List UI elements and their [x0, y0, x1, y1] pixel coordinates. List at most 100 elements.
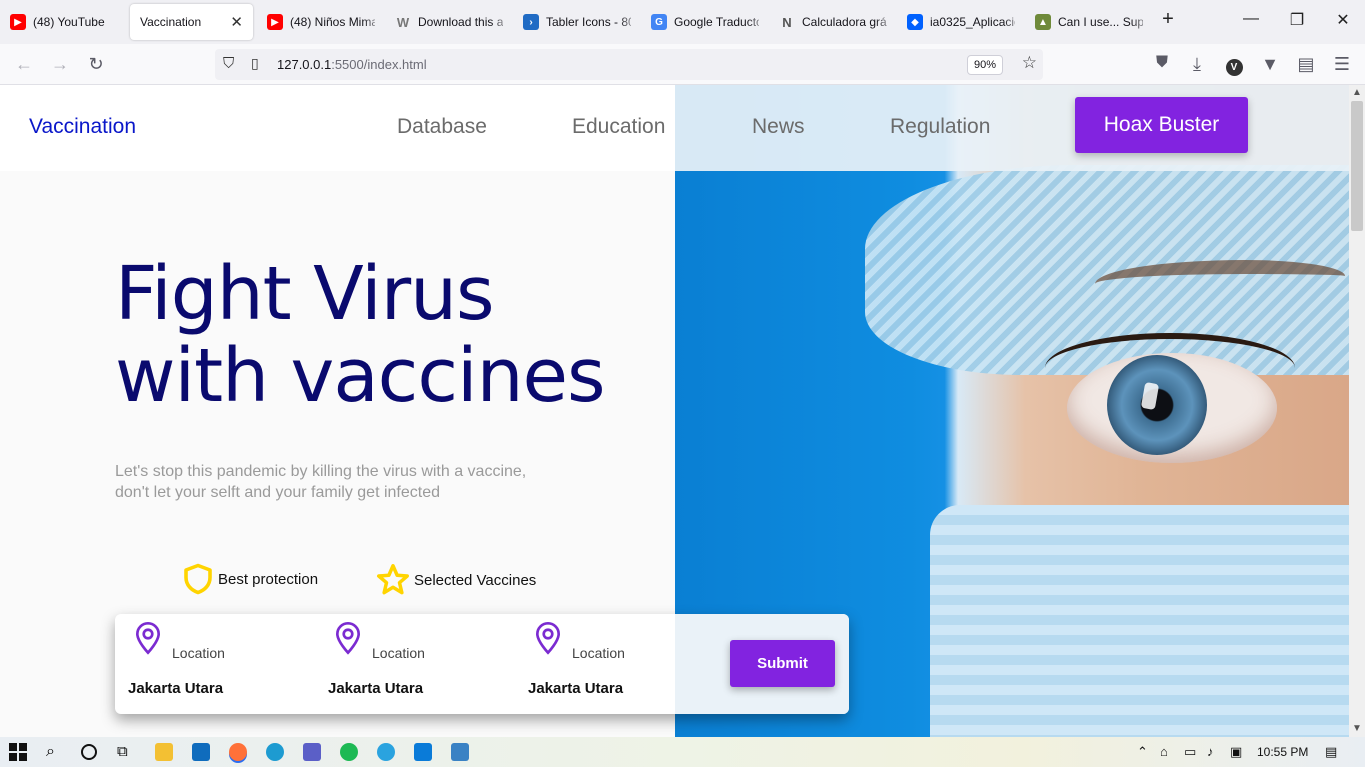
location-field[interactable]: Location Jakarta Utara	[515, 618, 705, 708]
tab-ninos[interactable]: ▶ (48) Niños Mima	[257, 4, 385, 40]
desmos-icon: N	[782, 14, 792, 30]
zoom-badge[interactable]: 90%	[966, 55, 1003, 75]
hero-title-line1: Fight Virus	[115, 251, 495, 337]
minimize-icon[interactable]: —	[1236, 10, 1266, 28]
dropbox-icon: ◆	[907, 14, 923, 30]
url-path: :5500/index.html	[331, 57, 427, 72]
location-label: Location	[572, 645, 625, 661]
map-pin-icon	[135, 622, 161, 655]
location-value[interactable]: Jakarta Utara	[528, 680, 623, 697]
photos-icon[interactable]	[451, 743, 469, 761]
feature-label: Selected Vaccines	[414, 571, 537, 589]
face-mask	[930, 505, 1349, 737]
hero-subtitle-line2: don't let your selft and your family get…	[115, 484, 441, 501]
windows-start-icon[interactable]	[9, 743, 27, 761]
url-bar[interactable]: ⛉ ▯ 127.0.0.1:5500/index.html 90% ☆	[215, 49, 1043, 80]
submit-button[interactable]: Submit	[730, 640, 835, 687]
hoax-buster-button[interactable]: Hoax Buster	[1075, 97, 1248, 153]
star-icon	[377, 564, 409, 595]
file-explorer-icon[interactable]	[155, 743, 173, 761]
page-scrollbar[interactable]: ▲ ▼	[1349, 85, 1365, 737]
tab-desmos[interactable]: N Calculadora grá	[769, 4, 897, 40]
extension-vue-icon[interactable]: ▼	[1258, 54, 1282, 75]
tab-translate[interactable]: G Google Traducto	[641, 4, 769, 40]
hero-title-line2: with vaccines	[115, 333, 606, 419]
mail-icon[interactable]	[192, 743, 210, 761]
location-label: Location	[172, 645, 225, 661]
tab-label: (48) YouTube	[33, 15, 105, 29]
brand-logo[interactable]: Vaccination	[29, 115, 136, 139]
scroll-thumb[interactable]	[1351, 101, 1363, 231]
network-icon[interactable]: ▣	[1230, 744, 1242, 760]
teams-icon[interactable]	[303, 743, 321, 761]
hero-subtitle: Let's stop this pandemic by killing the …	[115, 461, 585, 503]
close-window-icon[interactable]: ✕	[1328, 10, 1358, 30]
location-label: Location	[372, 645, 425, 661]
bookmark-star-icon[interactable]: ☆	[1022, 53, 1037, 73]
pocket-icon[interactable]: ⛊	[1150, 54, 1174, 72]
location-value[interactable]: Jakarta Utara	[128, 680, 223, 697]
tab-tabler[interactable]: › Tabler Icons - 80	[513, 4, 641, 40]
nav-regulation[interactable]: Regulation	[890, 115, 990, 139]
notifications-icon[interactable]: ▤	[1325, 744, 1337, 760]
page-info-icon[interactable]: ▯	[251, 55, 259, 72]
wix-icon: W	[396, 14, 410, 30]
feature-label: Best protection	[218, 570, 319, 588]
map-pin-icon	[335, 622, 361, 655]
tab-caniuse[interactable]: ▲ Can I use... Supp	[1025, 4, 1153, 40]
close-tab-icon[interactable]: ✕	[230, 13, 243, 31]
vscode-icon[interactable]	[414, 743, 432, 761]
location-field[interactable]: Location Jakarta Utara	[115, 618, 305, 708]
download-icon[interactable]: ⤓	[1185, 54, 1209, 75]
shield-icon[interactable]: ⛉	[223, 55, 234, 72]
tray-chevron-icon[interactable]: ⌃	[1137, 744, 1148, 760]
volume-icon[interactable]: ♪	[1207, 744, 1214, 759]
firefox-icon[interactable]	[229, 743, 247, 761]
tab-dropbox[interactable]: ◆ ia0325_Aplicacio	[897, 4, 1025, 40]
tab-label: Calculadora grá	[802, 15, 887, 29]
tab-download[interactable]: W Download this a	[385, 4, 513, 40]
task-view-icon[interactable]: ⧉	[117, 743, 135, 761]
url-text[interactable]: 127.0.0.1:5500/index.html	[277, 57, 427, 72]
restore-icon[interactable]: ❐	[1282, 10, 1312, 30]
back-icon[interactable]: ←	[12, 54, 36, 75]
youtube-icon: ▶	[10, 14, 26, 30]
extension-list-icon[interactable]: ▤	[1294, 54, 1318, 75]
location-field[interactable]: Location Jakarta Utara	[315, 618, 505, 708]
telegram-icon[interactable]	[377, 743, 395, 761]
eyelashes	[1045, 333, 1295, 403]
new-tab-button[interactable]: +	[1153, 8, 1183, 31]
edge-icon[interactable]	[266, 743, 284, 761]
youtube-icon: ▶	[267, 14, 283, 30]
feature-best-protection: Best protection	[180, 561, 318, 597]
browser-nav-bar: ← → ↻ ⛉ ▯ 127.0.0.1:5500/index.html 90% …	[0, 44, 1365, 85]
nav-database[interactable]: Database	[397, 115, 487, 139]
forward-icon[interactable]: →	[48, 54, 72, 75]
tab-label: Vaccination	[140, 15, 202, 29]
map-pin-icon	[535, 622, 561, 655]
location-value[interactable]: Jakarta Utara	[328, 680, 423, 697]
extension-v-icon[interactable]: V	[1222, 54, 1246, 76]
taskbar-clock[interactable]: 10:55 PM	[1257, 745, 1308, 759]
browser-tab-bar: ▶ (48) YouTube Vaccination ✕ ▶ (48) Niño…	[0, 0, 1365, 44]
nav-news[interactable]: News	[752, 115, 805, 139]
web-page: Vaccination Database Education News Regu…	[0, 85, 1349, 737]
hero-title: Fight Virus with vaccines	[115, 251, 606, 419]
cortana-icon[interactable]	[81, 744, 97, 760]
site-header: Vaccination Database Education News Regu…	[0, 85, 1349, 171]
menu-icon[interactable]: ☰	[1330, 54, 1354, 75]
nav-education[interactable]: Education	[572, 115, 665, 139]
tab-vaccination[interactable]: Vaccination ✕	[130, 4, 253, 40]
search-icon[interactable]: ⌕	[46, 743, 64, 761]
caniuse-icon: ▲	[1035, 14, 1051, 30]
tabler-icon: ›	[523, 14, 539, 30]
reload-icon[interactable]: ↻	[84, 54, 108, 75]
spotify-icon[interactable]	[340, 743, 358, 761]
scroll-up-icon[interactable]: ▲	[1349, 87, 1365, 98]
shield-icon	[184, 563, 212, 595]
battery-icon[interactable]: ▭	[1184, 744, 1196, 760]
tray-meet-icon[interactable]: ⌂	[1160, 744, 1168, 759]
tab-youtube[interactable]: ▶ (48) YouTube	[0, 4, 126, 40]
windows-taskbar: ⌕ ⧉ ⌃ ⌂ ▭ ♪ ▣ 10:55 PM ▤	[0, 737, 1365, 767]
scroll-down-icon[interactable]: ▼	[1349, 723, 1365, 734]
